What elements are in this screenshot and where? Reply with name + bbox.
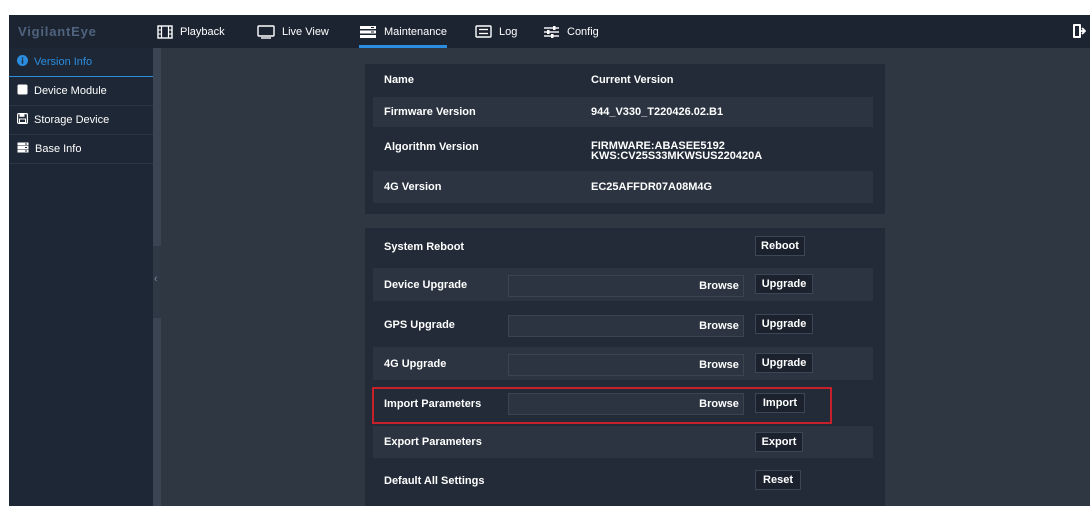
nav-maintenance-label: Maintenance <box>384 25 447 38</box>
sidebar-item-device-module[interactable]: Device Module <box>9 77 153 106</box>
nav-log[interactable]: Log <box>475 15 517 48</box>
info-icon <box>17 55 28 69</box>
chevron-left-icon: ‹ <box>154 273 158 285</box>
top-nav-bar: VigilantEye Playback Live View Maintenan… <box>9 15 1090 48</box>
sidebar-item-label: Base Info <box>35 143 82 155</box>
sidebar-item-label: Version Info <box>34 56 93 68</box>
version-header-row: Name Current Version <box>373 65 873 95</box>
logout-icon[interactable] <box>1072 23 1087 42</box>
nav-log-label: Log <box>499 25 518 38</box>
nav-config[interactable]: Config <box>543 15 599 48</box>
gps-upgrade-label: GPS Upgrade <box>384 318 455 331</box>
g4-upgrade-button[interactable]: Upgrade <box>755 353 813 373</box>
row-value: EC25AFFDR07A08M4G <box>591 181 713 193</box>
sidebar-item-label: Device Module <box>34 85 107 97</box>
g4-upgrade-label: 4G Upgrade <box>384 357 447 370</box>
highlight-box <box>372 387 832 424</box>
device-upgrade-button[interactable]: Upgrade <box>755 274 813 294</box>
export-button[interactable]: Export <box>755 432 803 452</box>
row-name: Firmware Version <box>384 106 476 118</box>
nav-maintenance[interactable]: Maintenance <box>359 15 447 48</box>
nav-playback[interactable]: Playback <box>157 15 225 48</box>
floppy-icon <box>17 113 29 127</box>
row-name: 4G Version <box>384 181 442 193</box>
square-icon <box>17 84 28 98</box>
sliders-icon <box>543 25 560 39</box>
sidebar: Version Info Device Module Storage Devic… <box>9 48 153 506</box>
maintenance-icon <box>359 25 377 39</box>
sidebar-item-storage-device[interactable]: Storage Device <box>9 106 153 135</box>
table-row: Firmware Version 944_V330_T220426.02.B1 <box>373 97 873 127</box>
sidebar-item-label: Storage Device <box>34 114 110 126</box>
monitor-icon <box>257 24 275 39</box>
nav-live-view[interactable]: Live View <box>257 15 329 48</box>
reboot-button[interactable]: Reboot <box>755 236 805 256</box>
gps-upgrade-button[interactable]: Upgrade <box>755 314 813 334</box>
nav-config-label: Config <box>567 25 599 38</box>
row-name: Algorithm Version <box>384 140 479 153</box>
film-icon <box>157 24 173 39</box>
server-icon <box>17 142 29 156</box>
brand-logo: VigilantEye <box>18 24 97 39</box>
nav-playback-label: Playback <box>180 25 225 38</box>
log-icon <box>475 25 492 38</box>
nav-live-view-label: Live View <box>282 25 329 38</box>
row-value: FIRMWARE:ABASEE5192 KWS:CV25S33MKWSUS220… <box>591 141 763 162</box>
column-header-version: Current Version <box>591 74 674 86</box>
device-upgrade-label: Device Upgrade <box>384 278 468 291</box>
table-row: 4G Version EC25AFFDR07A08M4G <box>373 171 873 203</box>
reset-button[interactable]: Reset <box>755 470 801 490</box>
sidebar-item-base-info[interactable]: Base Info <box>9 135 153 164</box>
g4-upgrade-browse-button[interactable]: Browse <box>695 354 743 376</box>
row-value-line: KWS:CV25S33MKWSUS220420A <box>591 150 763 162</box>
device-upgrade-browse-button[interactable]: Browse <box>695 275 743 297</box>
sidebar-item-version-info[interactable]: Version Info <box>9 48 153 77</box>
sidebar-collapse-handle[interactable]: ‹ <box>153 246 161 318</box>
gps-upgrade-browse-button[interactable]: Browse <box>695 315 743 337</box>
column-header-name: Name <box>384 74 414 86</box>
export-parameters-label: Export Parameters <box>384 436 482 448</box>
row-value: 944_V330_T220426.02.B1 <box>591 106 724 118</box>
default-settings-label: Default All Settings <box>384 475 485 487</box>
system-reboot-label: System Reboot <box>384 240 465 253</box>
table-row: Algorithm Version FIRMWARE:ABASEE5192 KW… <box>373 129 873 164</box>
